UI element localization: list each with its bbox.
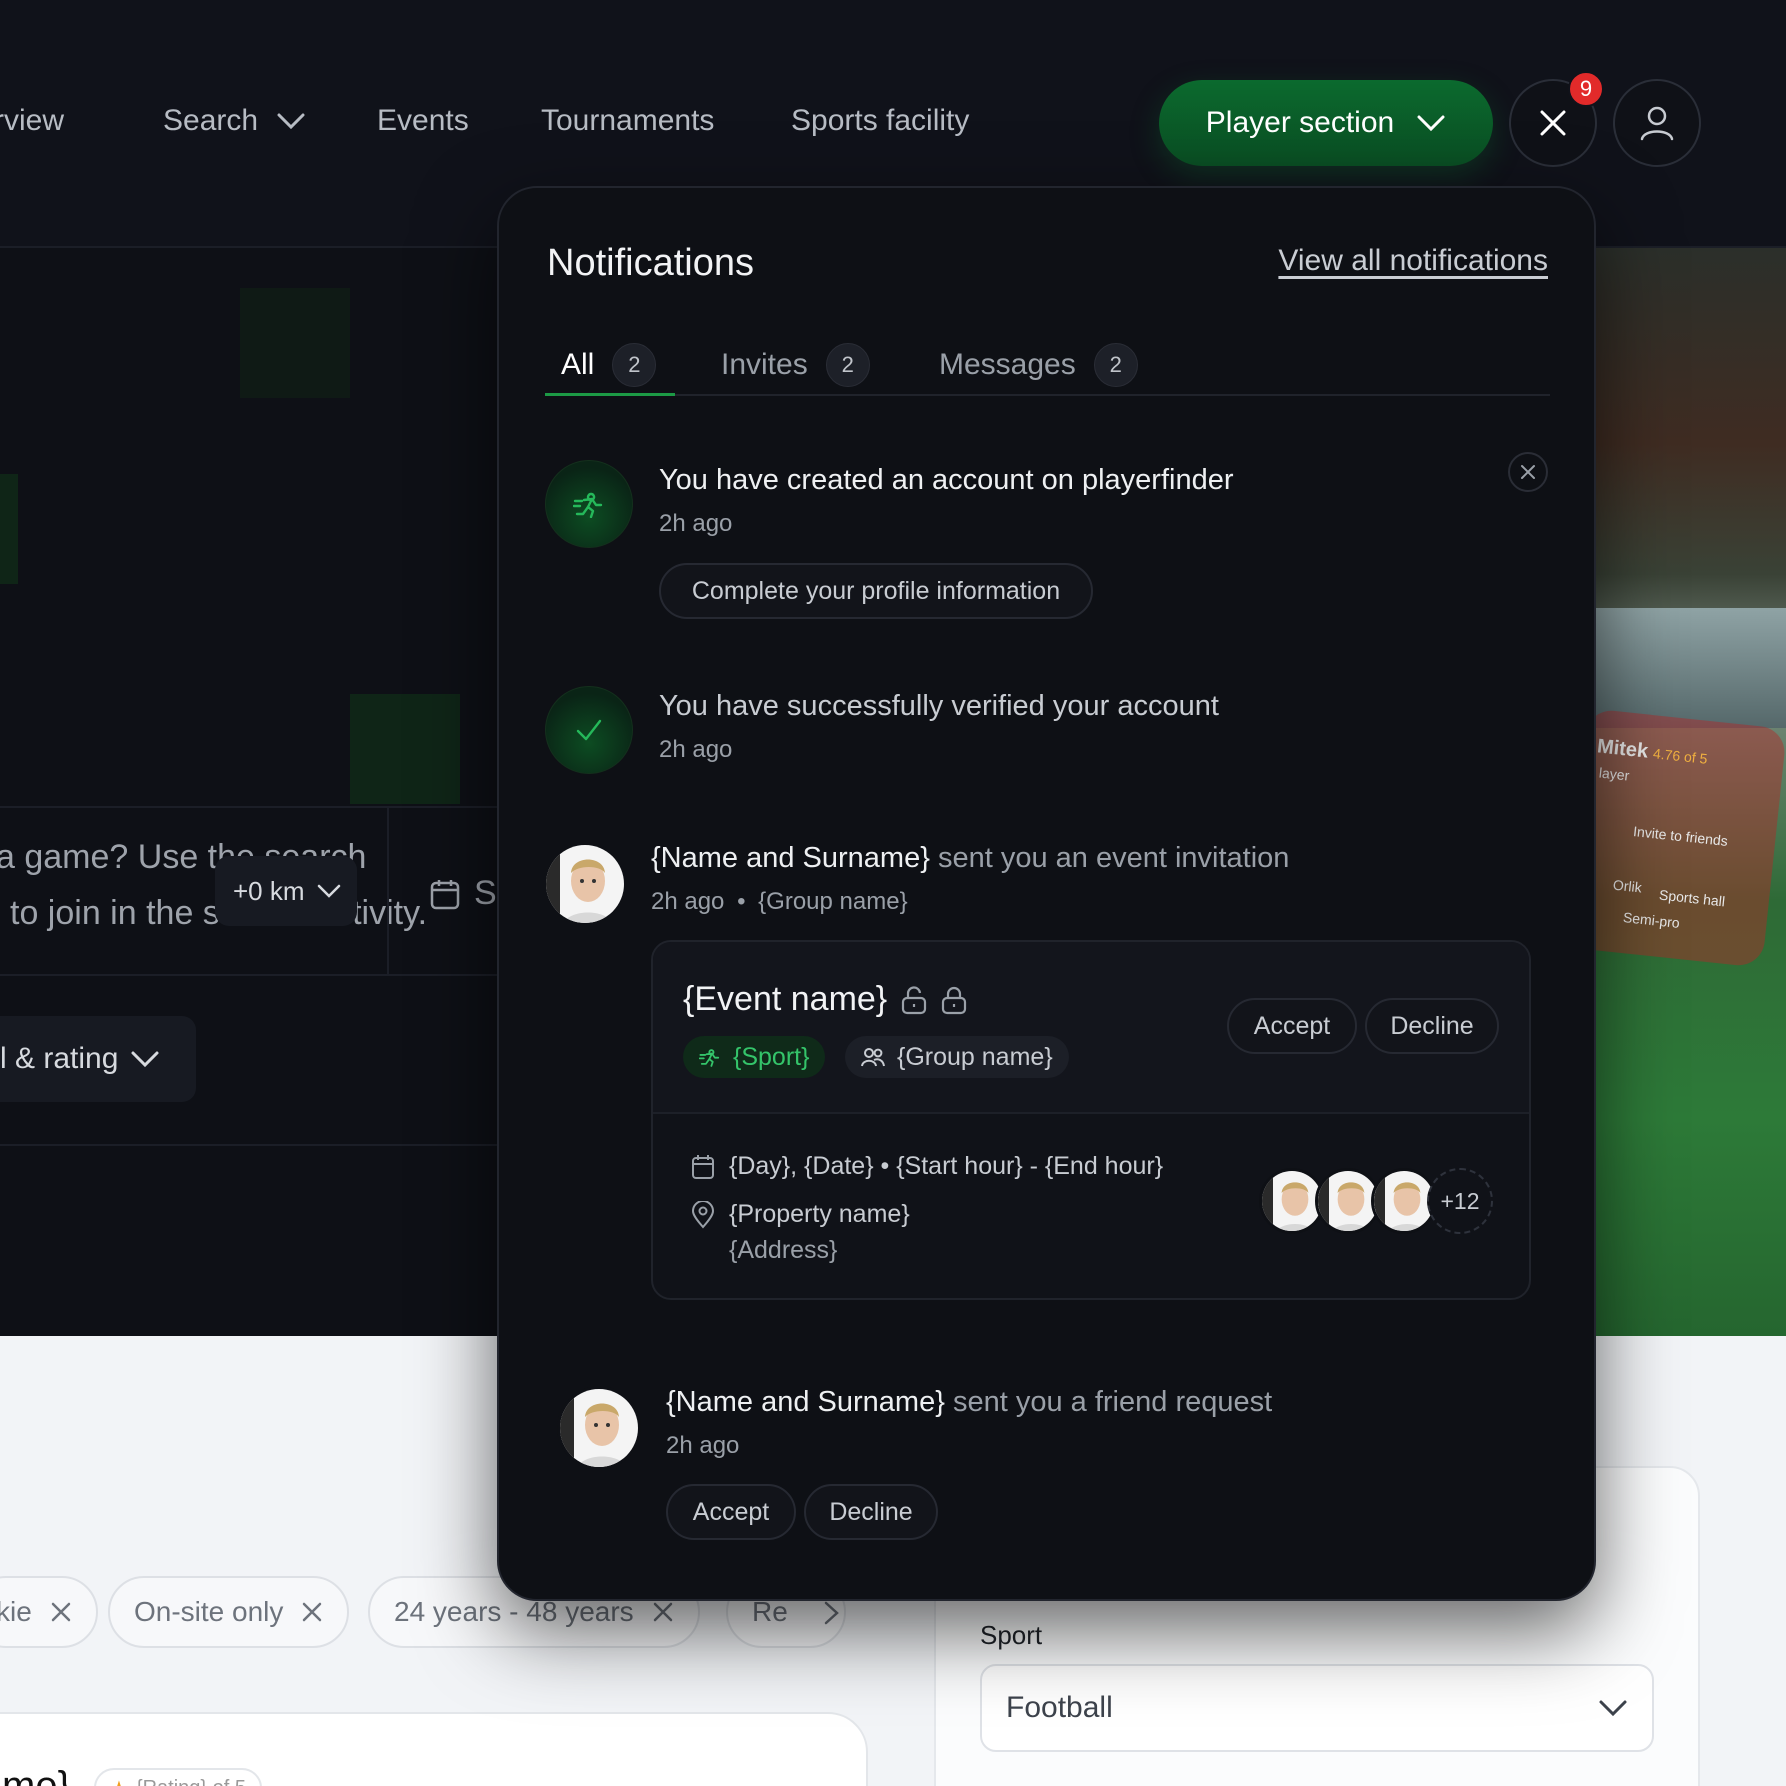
- accept-friend-button[interactable]: Accept: [666, 1484, 796, 1540]
- chevron-down-icon: [1416, 114, 1446, 132]
- close-icon: [1520, 464, 1536, 480]
- more-participants-count[interactable]: +12: [1427, 1168, 1493, 1234]
- star-icon: ★: [110, 1776, 128, 1786]
- nav-search[interactable]: Search: [163, 104, 306, 138]
- hero-divider: [0, 806, 510, 808]
- close-icon: [1538, 108, 1568, 138]
- filter-chip[interactable]: On-site only: [108, 1576, 350, 1648]
- tab-count: 2: [612, 343, 657, 387]
- nav-events[interactable]: Events: [377, 104, 469, 138]
- notification-text: {Name and Surname} sent you an event inv…: [651, 842, 1289, 875]
- event-card-header: {Event name} {Sport} {Group name} Accept…: [653, 942, 1529, 1114]
- notification-tabs: All 2 Invites 2 Messages 2: [545, 336, 1550, 396]
- hero-divider: [0, 974, 510, 976]
- sport-tag: {Sport}: [683, 1036, 826, 1078]
- filter-chip[interactable]: kie: [0, 1576, 98, 1648]
- active-tab-indicator: [545, 393, 675, 396]
- event-datetime: {Day}, {Date} • {Start hour} - {End hour…: [691, 1152, 1163, 1181]
- running-player-icon: [699, 1047, 721, 1067]
- unlock-icon: [901, 985, 927, 1015]
- calendar-icon: [430, 878, 460, 910]
- chevron-down-icon: [276, 112, 306, 130]
- tag-orlik: Orlik: [1612, 876, 1643, 896]
- notification-count-badge: 9: [1568, 71, 1604, 107]
- nav-sports-facility[interactable]: Sports facility: [791, 104, 969, 138]
- chevron-right-icon[interactable]: [822, 1600, 842, 1626]
- stadium-photo: Mitek layer 4.76 of 5 Invite to friends …: [1595, 248, 1786, 1336]
- invitation-text: sent you an event invitation: [937, 842, 1290, 874]
- grid-tile: [240, 288, 350, 398]
- notification-text: You have successfully verified your acco…: [659, 690, 1219, 722]
- accept-invitation-button[interactable]: Accept: [1227, 998, 1357, 1054]
- rating-badge: ★{Rating} of 5: [94, 1768, 263, 1786]
- hero-divider: [387, 806, 389, 974]
- friend-request-text: sent you a friend request: [952, 1386, 1273, 1418]
- group-tag: {Group name}: [845, 1036, 1069, 1078]
- notification-text: You have created an account on playerfin…: [659, 464, 1234, 496]
- location-pin-icon: [691, 1200, 715, 1229]
- profile-button[interactable]: [1613, 79, 1701, 167]
- notification-meta: 2h ago • {Group name}: [651, 888, 908, 915]
- decline-friend-button[interactable]: Decline: [804, 1484, 938, 1540]
- lock-icon: [941, 985, 967, 1015]
- tab-count: 2: [1093, 343, 1138, 387]
- level-rating-select[interactable]: l & rating: [0, 1016, 196, 1102]
- event-property: {Property name}: [691, 1200, 910, 1229]
- event-card: {Event name} {Sport} {Group name} Accept…: [651, 940, 1531, 1300]
- grid-tile: [0, 474, 18, 584]
- sender-name[interactable]: {Name and Surname}: [666, 1386, 945, 1418]
- event-name: {Event name}: [683, 980, 967, 1019]
- tab-invites[interactable]: Invites 2: [721, 336, 870, 394]
- result-card[interactable]: me} ★{Rating} of 5: [0, 1712, 868, 1786]
- chevron-down-icon: [317, 884, 341, 898]
- notifications-panel: Notifications View all notifications All…: [497, 186, 1596, 1601]
- complete-profile-button[interactable]: Complete your profile information: [659, 563, 1093, 619]
- user-icon: [1637, 103, 1677, 143]
- notification-text: {Name and Surname} sent you a friend req…: [666, 1386, 1272, 1419]
- player-section-button[interactable]: Player section: [1159, 80, 1493, 166]
- calendar-icon: [691, 1154, 715, 1180]
- dismiss-notification-button[interactable]: [1508, 452, 1548, 492]
- nav-overview[interactable]: rview: [0, 104, 64, 138]
- view-all-notifications-link[interactable]: View all notifications: [1278, 244, 1548, 278]
- group-icon: [861, 1046, 885, 1068]
- grid-tile: [350, 694, 460, 804]
- distance-select[interactable]: +0 km: [215, 856, 357, 926]
- tab-messages[interactable]: Messages 2: [939, 336, 1138, 394]
- hero-divider: [0, 1144, 510, 1146]
- page: rview Search Events Tournaments Sports f…: [0, 0, 1786, 1786]
- result-card-title: me}: [2, 1764, 71, 1786]
- close-icon[interactable]: [301, 1601, 323, 1623]
- running-player-icon: [545, 460, 633, 548]
- chevron-down-icon: [1598, 1699, 1628, 1717]
- sport-label: Sport: [980, 1620, 1043, 1650]
- avatar[interactable]: [557, 1386, 641, 1470]
- notification-time: 2h ago: [659, 510, 733, 537]
- tab-all[interactable]: All 2: [561, 336, 657, 394]
- decline-invitation-button[interactable]: Decline: [1365, 998, 1499, 1054]
- nav-tournaments[interactable]: Tournaments: [541, 104, 714, 138]
- tab-count: 2: [825, 343, 870, 387]
- notifications-title: Notifications: [547, 242, 754, 284]
- close-icon[interactable]: [50, 1601, 72, 1623]
- building-shape: [1595, 608, 1786, 728]
- check-icon: [545, 686, 633, 774]
- sender-name[interactable]: {Name and Surname}: [651, 842, 930, 874]
- hero-section: a game? Use the search to join in the sh…: [0, 248, 510, 1336]
- chevron-down-icon: [130, 1050, 160, 1068]
- notification-time: 2h ago: [666, 1432, 740, 1459]
- notification-time: 2h ago: [659, 736, 733, 763]
- event-address: {Address}: [729, 1236, 838, 1264]
- sport-select[interactable]: Football: [980, 1664, 1654, 1752]
- avatar[interactable]: [543, 842, 627, 926]
- close-icon[interactable]: [652, 1601, 674, 1623]
- player-role: layer: [1598, 764, 1631, 784]
- date-filter[interactable]: S: [430, 874, 497, 913]
